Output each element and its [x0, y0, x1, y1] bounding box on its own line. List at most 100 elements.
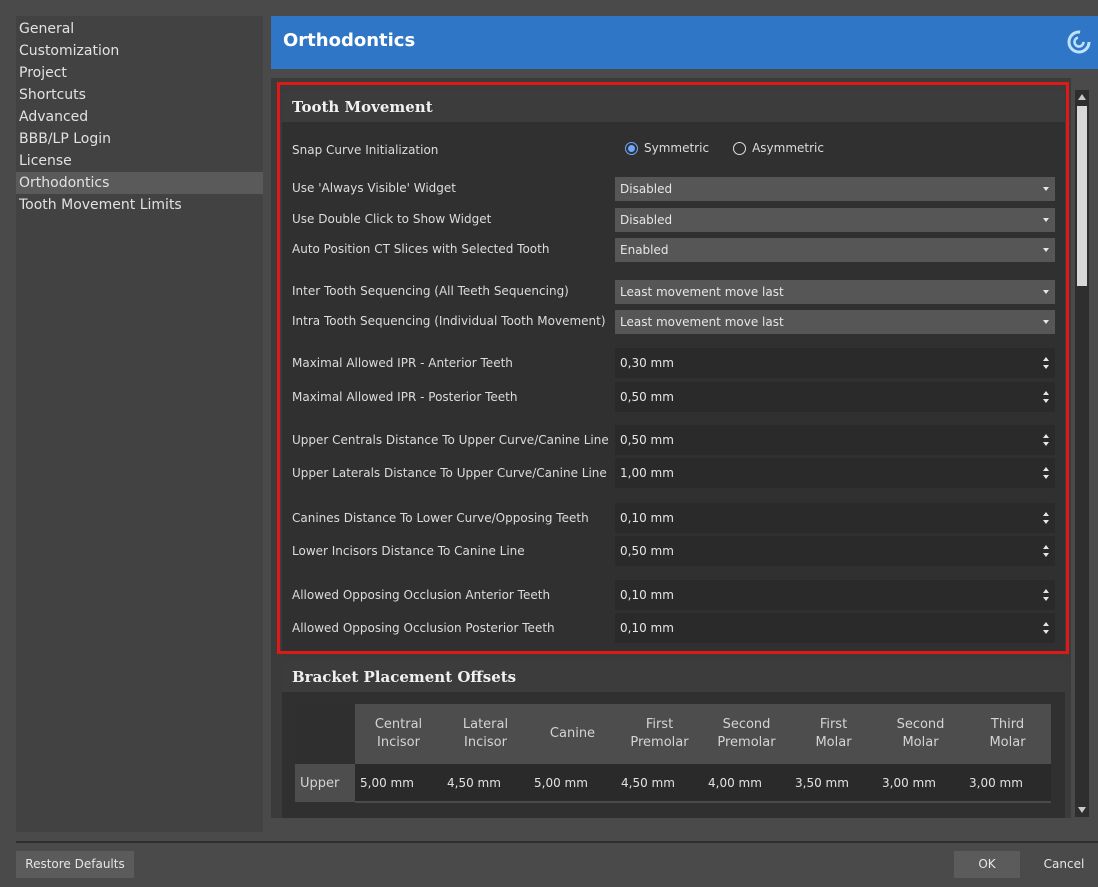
double-click-select[interactable]: Disabled — [615, 208, 1055, 232]
ipr-posterior-row: Maximal Allowed IPR - Posterior Teeth 0,… — [282, 382, 1065, 412]
scroll-up-icon[interactable] — [1078, 94, 1086, 100]
table-cell[interactable]: 3,00 mm — [877, 764, 964, 803]
asymmetric-label: Asymmetric — [752, 141, 824, 155]
sidebar-item-advanced[interactable]: Advanced — [16, 106, 263, 128]
ipr-anterior-spinbox[interactable]: 0,30 mm — [615, 348, 1055, 378]
symmetric-radio[interactable]: Symmetric — [625, 141, 709, 155]
row-header: Upper — [295, 764, 355, 802]
bracket-offsets-table: Central Incisor Lateral Incisor Canine Fir… — [295, 704, 1051, 803]
occlusion-anterior-spinbox[interactable]: 0,10 mm — [615, 580, 1055, 610]
spinbox-value: 0,10 mm — [620, 511, 674, 525]
settings-content: Tooth Movement Snap Curve Initialization… — [271, 78, 1071, 818]
asymmetric-radio[interactable]: Asymmetric — [733, 141, 824, 155]
footer-divider — [16, 841, 1098, 843]
radio-checked-icon — [625, 141, 638, 155]
chevron-down-icon — [1043, 320, 1049, 324]
upper-laterals-spinbox[interactable]: 1,00 mm — [615, 458, 1055, 488]
table-cell[interactable]: 5,00 mm — [355, 764, 442, 803]
upper-laterals-row: Upper Laterals Distance To Upper Curve/C… — [282, 458, 1065, 488]
sidebar-item-customization[interactable]: Customization — [16, 40, 263, 62]
symmetric-label: Symmetric — [644, 141, 710, 155]
column-header: Lateral Incisor — [442, 704, 529, 764]
cancel-button[interactable]: Cancel — [1030, 851, 1098, 878]
select-value: Least movement move last — [620, 315, 784, 329]
intra-sequencing-select[interactable]: Least movement move last — [615, 310, 1055, 334]
swirl-logo-icon — [1067, 30, 1091, 54]
section-title: Bracket Placement Offsets — [282, 662, 1065, 692]
sidebar-item-tooth-movement-limits[interactable]: Tooth Movement Limits — [16, 194, 263, 216]
restore-defaults-button[interactable]: Restore Defaults — [16, 851, 134, 878]
double-click-row: Use Double Click to Show Widget Disabled — [282, 208, 1065, 232]
auto-position-row: Auto Position CT Slices with Selected To… — [282, 238, 1065, 262]
stepper-arrows-icon[interactable] — [1043, 510, 1049, 526]
scroll-down-icon[interactable] — [1078, 807, 1086, 813]
chevron-down-icon — [1043, 248, 1049, 252]
stepper-arrows-icon[interactable] — [1043, 465, 1049, 481]
page-title: Orthodontics — [283, 30, 416, 51]
stepper-arrows-icon[interactable] — [1043, 389, 1049, 405]
stepper-arrows-icon[interactable] — [1043, 432, 1049, 448]
sidebar-item-orthodontics[interactable]: Orthodontics — [16, 172, 263, 194]
spinbox-value: 0,10 mm — [620, 588, 674, 602]
ipr-posterior-spinbox[interactable]: 0,50 mm — [615, 382, 1055, 412]
occlusion-posterior-row: Allowed Opposing Occlusion Posterior Tee… — [282, 613, 1065, 643]
stepper-arrows-icon[interactable] — [1043, 355, 1049, 371]
sidebar-item-shortcuts[interactable]: Shortcuts — [16, 84, 263, 106]
table-corner — [295, 704, 355, 764]
select-value: Disabled — [620, 213, 673, 227]
column-header: Third Molar — [964, 704, 1051, 764]
chevron-down-icon — [1043, 290, 1049, 294]
table-cell[interactable]: 3,00 mm — [964, 764, 1051, 803]
upper-centrals-spinbox[interactable]: 0,50 mm — [615, 425, 1055, 455]
spinbox-value: 0,10 mm — [620, 621, 674, 635]
ipr-posterior-label: Maximal Allowed IPR - Posterior Teeth — [292, 390, 518, 404]
occlusion-anterior-label: Allowed Opposing Occlusion Anterior Teet… — [292, 588, 551, 602]
spinbox-value: 0,30 mm — [620, 356, 674, 370]
inter-sequencing-label: Inter Tooth Sequencing (All Teeth Sequen… — [292, 284, 569, 298]
intra-sequencing-label: Intra Tooth Sequencing (Individual Tooth… — [292, 314, 606, 328]
table-cell[interactable]: 4,50 mm — [442, 764, 529, 803]
table-cell[interactable]: 5,00 mm — [529, 764, 616, 803]
table-cell[interactable]: 4,50 mm — [616, 764, 703, 803]
auto-position-select[interactable]: Enabled — [615, 238, 1055, 262]
chevron-down-icon — [1043, 218, 1049, 222]
sidebar-item-bbb-lp-login[interactable]: BBB/LP Login — [16, 128, 263, 150]
occlusion-posterior-label: Allowed Opposing Occlusion Posterior Tee… — [292, 621, 555, 635]
scroll-thumb[interactable] — [1077, 106, 1087, 286]
spinbox-value: 0,50 mm — [620, 390, 674, 404]
table-header-row: Central Incisor Lateral Incisor Canine Fir… — [295, 704, 1051, 764]
inter-sequencing-select[interactable]: Least movement move last — [615, 280, 1055, 304]
intra-sequencing-row: Intra Tooth Sequencing (Individual Tooth… — [282, 310, 1065, 334]
column-header: First Molar — [790, 704, 877, 764]
stepper-arrows-icon[interactable] — [1043, 620, 1049, 636]
occlusion-posterior-spinbox[interactable]: 0,10 mm — [615, 613, 1055, 643]
ipr-anterior-row: Maximal Allowed IPR - Anterior Teeth 0,3… — [282, 348, 1065, 378]
sidebar-item-project[interactable]: Project — [16, 62, 263, 84]
chevron-down-icon — [1043, 187, 1049, 191]
lower-incisors-label: Lower Incisors Distance To Canine Line — [292, 544, 525, 558]
canines-spinbox[interactable]: 0,10 mm — [615, 503, 1055, 533]
inter-sequencing-row: Inter Tooth Sequencing (All Teeth Sequen… — [282, 280, 1065, 304]
always-visible-select[interactable]: Disabled — [615, 177, 1055, 201]
column-header: Second Premolar — [703, 704, 790, 764]
sidebar-item-general[interactable]: General — [16, 18, 263, 40]
stepper-arrows-icon[interactable] — [1043, 587, 1049, 603]
lower-incisors-spinbox[interactable]: 0,50 mm — [615, 536, 1055, 566]
spinbox-value: 1,00 mm — [620, 466, 674, 480]
snap-curve-label: Snap Curve Initialization — [292, 143, 439, 157]
table-row: Upper 5,00 mm 4,50 mm 5,00 mm 4,50 mm 4,… — [295, 764, 1051, 803]
always-visible-row: Use 'Always Visible' Widget Disabled — [282, 177, 1065, 201]
canines-row: Canines Distance To Lower Curve/Opposing… — [282, 503, 1065, 533]
vertical-scrollbar[interactable] — [1075, 90, 1089, 817]
stepper-arrows-icon[interactable] — [1043, 543, 1049, 559]
ok-button[interactable]: OK — [954, 851, 1020, 878]
table-cell[interactable]: 3,50 mm — [790, 764, 877, 803]
lower-incisors-row: Lower Incisors Distance To Canine Line 0… — [282, 536, 1065, 566]
select-value: Disabled — [620, 182, 673, 196]
occlusion-anterior-row: Allowed Opposing Occlusion Anterior Teet… — [282, 580, 1065, 610]
table-cell[interactable]: 4,00 mm — [703, 764, 790, 803]
radio-unchecked-icon — [733, 141, 747, 155]
sidebar-item-license[interactable]: License — [16, 150, 263, 172]
column-header: First Premolar — [616, 704, 703, 764]
auto-position-label: Auto Position CT Slices with Selected To… — [292, 242, 550, 256]
